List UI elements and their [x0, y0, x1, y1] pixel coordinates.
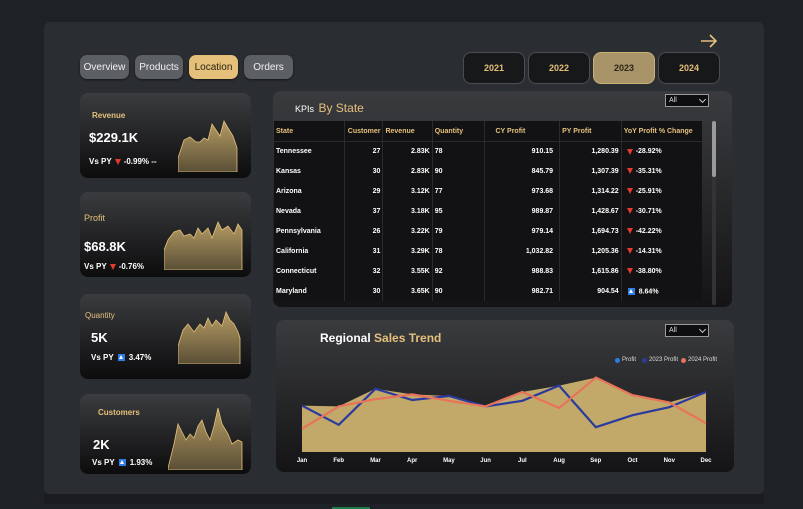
- x-axis-tick-label: Aug: [553, 458, 565, 464]
- x-axis-tick-label: Oct: [627, 458, 638, 464]
- x-axis-tick-label: Jul: [518, 458, 527, 464]
- x-axis-tick-label: Nov: [663, 458, 675, 464]
- x-axis-tick-label: Feb: [333, 458, 345, 464]
- x-axis-tick-label: Jun: [480, 458, 491, 464]
- x-axis-tick-label: Jan: [296, 458, 308, 464]
- x-axis-tick-label: Mar: [370, 458, 381, 464]
- x-axis-tick-label: Apr: [407, 458, 418, 464]
- profit-area: [302, 377, 706, 452]
- x-axis-tick-label: May: [443, 458, 455, 464]
- x-axis-tick-label: Dec: [700, 458, 712, 464]
- regional-sales-trend-chart: [301, 376, 707, 452]
- x-axis-tick-label: Sep: [590, 458, 602, 464]
